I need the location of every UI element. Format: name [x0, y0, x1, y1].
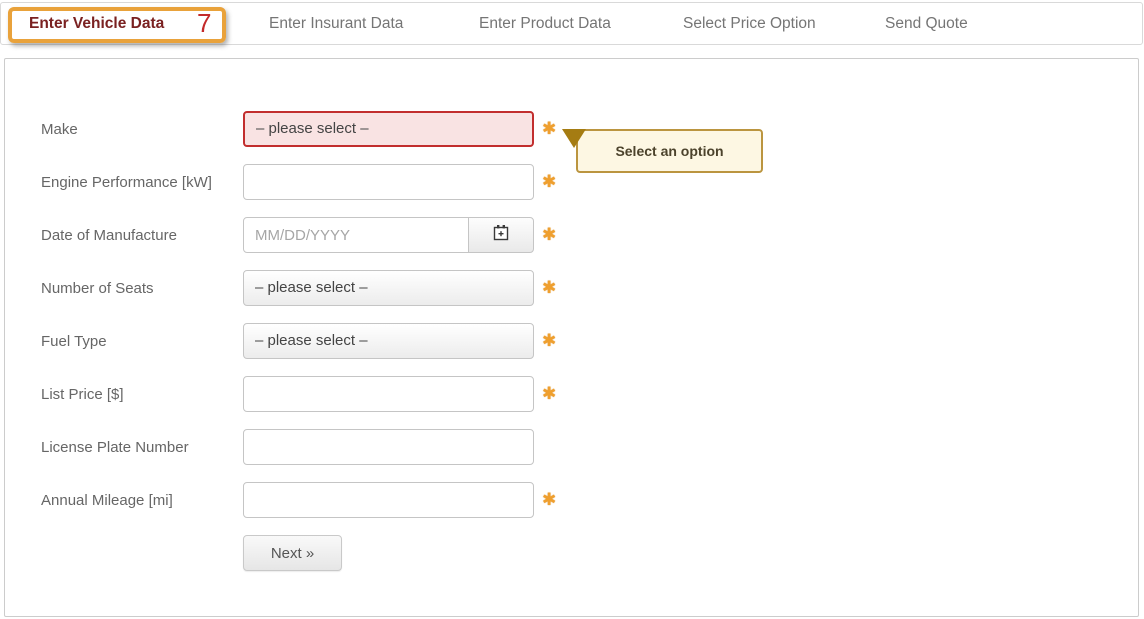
- form-row-number-of-seats: Number of Seats – please select – ✱: [41, 270, 1138, 306]
- annual-mileage-input[interactable]: [243, 482, 534, 518]
- tab-enter-product-data[interactable]: Enter Product Data: [479, 3, 611, 44]
- fuel-type-select[interactable]: – please select –: [243, 323, 534, 359]
- make-label: Make: [41, 121, 243, 138]
- date-of-manufacture-field: [243, 217, 534, 253]
- form-row-list-price: List Price [$] ✱: [41, 376, 1138, 412]
- validation-tooltip: Select an option: [576, 129, 763, 173]
- required-asterisk-icon: ✱: [542, 490, 556, 510]
- tab-enter-insurant-data[interactable]: Enter Insurant Data: [269, 3, 403, 44]
- number-of-seats-label: Number of Seats: [41, 280, 243, 297]
- make-select[interactable]: – please select –: [243, 111, 534, 147]
- number-of-seats-select[interactable]: – please select –: [243, 270, 534, 306]
- annual-mileage-label: Annual Mileage [mi]: [41, 492, 243, 509]
- form-row-date-of-manufacture: Date of Manufacture ✱: [41, 217, 1138, 253]
- required-asterisk-icon: ✱: [542, 384, 556, 404]
- tab-send-quote[interactable]: Send Quote: [885, 3, 968, 44]
- wizard-tab-bar: Enter Vehicle Data Enter Insurant Data E…: [0, 2, 1143, 45]
- engine-performance-input[interactable]: [243, 164, 534, 200]
- list-price-label: List Price [$]: [41, 386, 243, 403]
- form-row-license-plate: License Plate Number: [41, 429, 1138, 465]
- list-price-input[interactable]: [243, 376, 534, 412]
- tab-select-price-option[interactable]: Select Price Option: [683, 3, 816, 44]
- fuel-type-label: Fuel Type: [41, 333, 243, 350]
- tooltip-arrow-icon: [562, 129, 586, 148]
- required-asterisk-icon: ✱: [542, 119, 556, 139]
- form-row-fuel-type: Fuel Type – please select – ✱: [41, 323, 1138, 359]
- vehicle-insurance-app: Enter Vehicle Data Enter Insurant Data E…: [0, 0, 1144, 619]
- date-of-manufacture-label: Date of Manufacture: [41, 227, 243, 244]
- required-asterisk-icon: ✱: [542, 278, 556, 298]
- date-of-manufacture-input[interactable]: [243, 217, 469, 253]
- tab-enter-vehicle-data[interactable]: Enter Vehicle Data: [29, 3, 164, 44]
- open-datepicker-button[interactable]: [468, 217, 534, 253]
- form-row-actions: Next »: [41, 535, 1138, 571]
- required-asterisk-icon: ✱: [542, 331, 556, 351]
- engine-performance-label: Engine Performance [kW]: [41, 174, 243, 191]
- form-row-annual-mileage: Annual Mileage [mi] ✱: [41, 482, 1138, 518]
- required-asterisk-icon: ✱: [542, 172, 556, 192]
- required-asterisk-icon: ✱: [542, 225, 556, 245]
- license-plate-label: License Plate Number: [41, 439, 243, 456]
- next-button[interactable]: Next »: [243, 535, 342, 571]
- license-plate-input[interactable]: [243, 429, 534, 465]
- calendar-icon: [491, 223, 511, 248]
